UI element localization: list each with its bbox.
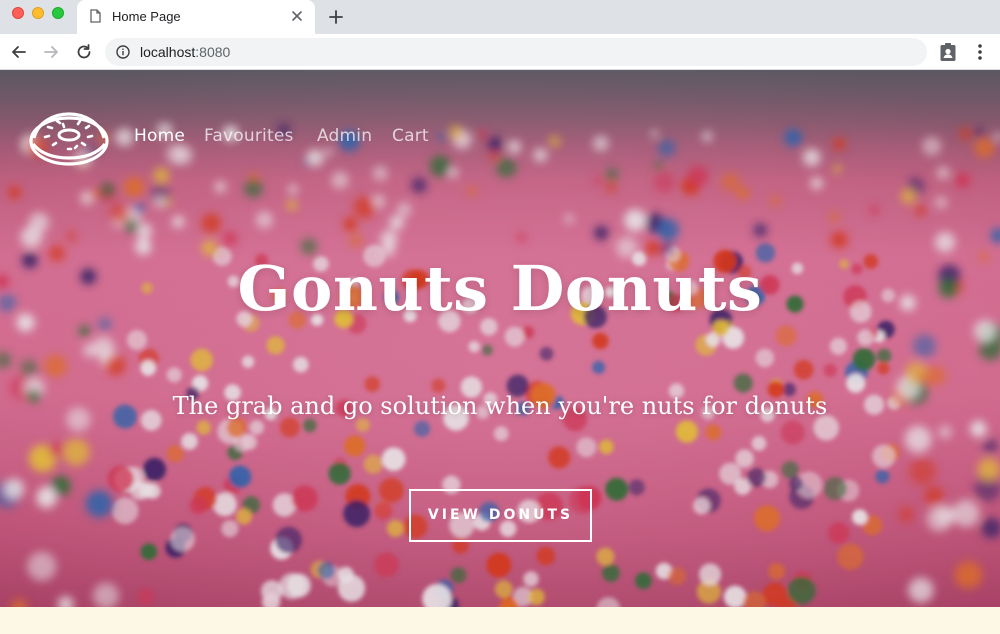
browser-tab-bar: Home Page: [0, 0, 1000, 34]
hero-title: Gonuts Donuts: [237, 252, 763, 325]
forward-arrow-icon[interactable]: [41, 42, 61, 62]
content-area-top: [0, 607, 1000, 634]
kebab-menu-icon[interactable]: [974, 42, 986, 62]
hero-subtitle: The grab and go solution when you're nut…: [172, 392, 828, 420]
nav-favourites[interactable]: Favourites: [204, 126, 294, 146]
hero-section: Home Favourites Admin Cart Gonuts Donuts…: [0, 70, 1000, 607]
address-bar[interactable]: localhost:8080: [105, 38, 927, 66]
window-maximize-dot[interactable]: [52, 7, 64, 19]
nav-admin[interactable]: Admin: [317, 126, 372, 146]
info-icon[interactable]: [116, 45, 130, 59]
close-icon[interactable]: [289, 8, 305, 24]
nav-cart[interactable]: Cart: [392, 126, 429, 146]
tab-title: Home Page: [112, 9, 181, 24]
view-donuts-button[interactable]: VIEW DONUTS: [409, 489, 592, 542]
plus-icon[interactable]: [327, 8, 345, 26]
window-minimize-dot[interactable]: [32, 7, 44, 19]
reload-icon[interactable]: [74, 42, 94, 62]
browser-tab[interactable]: Home Page: [77, 0, 315, 34]
page-icon: [90, 9, 101, 23]
donut-logo-icon[interactable]: [29, 108, 111, 166]
back-arrow-icon[interactable]: [9, 42, 29, 62]
clipboard-user-icon[interactable]: [939, 42, 957, 62]
browser-toolbar: localhost:8080: [0, 34, 1000, 70]
url-text[interactable]: localhost:8080: [140, 44, 230, 60]
window-close-dot[interactable]: [12, 7, 24, 19]
nav-home[interactable]: Home: [134, 126, 185, 146]
